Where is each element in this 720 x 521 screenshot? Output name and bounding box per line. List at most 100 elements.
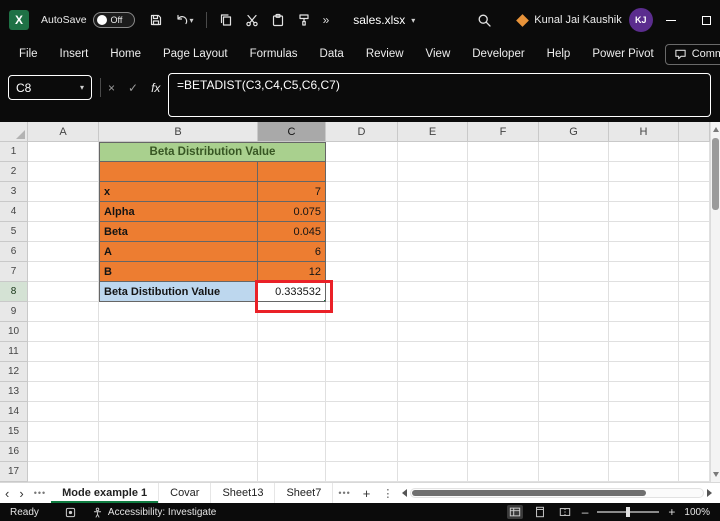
cell-G12[interactable] <box>539 362 609 382</box>
cell-A9[interactable] <box>28 302 99 322</box>
cell-A2[interactable] <box>28 162 99 182</box>
cell-G16[interactable] <box>539 442 609 462</box>
cell-D10[interactable] <box>326 322 398 342</box>
cell-B16[interactable] <box>99 442 258 462</box>
cell-E11[interactable] <box>398 342 468 362</box>
cell-E4[interactable] <box>398 202 468 222</box>
cell-D2[interactable] <box>326 162 398 182</box>
cell-H6[interactable] <box>609 242 679 262</box>
sheet-more-dots-icon[interactable]: ••• <box>333 488 355 498</box>
cell-B5[interactable]: Beta <box>99 222 258 242</box>
cell-H13[interactable] <box>609 382 679 402</box>
cell-F1[interactable] <box>468 142 539 162</box>
sheet-tab-mode-example-1[interactable]: Mode example 1 <box>51 483 160 503</box>
row-header-8[interactable]: 8 <box>0 282 28 302</box>
horizontal-scrollbar-thumb[interactable] <box>412 490 646 496</box>
column-header-B[interactable]: B <box>99 122 258 142</box>
cell-D13[interactable] <box>326 382 398 402</box>
cell-A8[interactable] <box>28 282 99 302</box>
cell-B4[interactable]: Alpha <box>99 202 258 222</box>
cell-E9[interactable] <box>398 302 468 322</box>
row-header-16[interactable]: 16 <box>0 442 28 462</box>
column-header-D[interactable]: D <box>326 122 398 142</box>
column-header-E[interactable]: E <box>398 122 468 142</box>
cell-B13[interactable] <box>99 382 258 402</box>
column-header-C[interactable]: C <box>258 122 326 142</box>
cell-C10[interactable] <box>258 322 326 342</box>
name-box-chevron-icon[interactable]: ▾ <box>80 83 84 92</box>
cell-F13[interactable] <box>468 382 539 402</box>
select-all-corner[interactable] <box>0 122 28 142</box>
cell-E12[interactable] <box>398 362 468 382</box>
page-break-view-button[interactable] <box>557 505 573 519</box>
cell-C2[interactable] <box>258 162 326 182</box>
cell-B3[interactable]: x <box>99 182 258 202</box>
ribbon-tab-developer[interactable]: Developer <box>461 48 535 60</box>
row-header-4[interactable]: 4 <box>0 202 28 222</box>
ribbon-tab-page-layout[interactable]: Page Layout <box>152 48 239 60</box>
formula-input[interactable]: =BETADIST(C3,C4,C5,C6,C7) <box>168 73 711 117</box>
confirm-entry-icon[interactable]: ✓ <box>128 81 138 95</box>
cell-F5[interactable] <box>468 222 539 242</box>
cell-F11[interactable] <box>468 342 539 362</box>
cell-A15[interactable] <box>28 422 99 442</box>
column-header-G[interactable]: G <box>539 122 609 142</box>
cell-F10[interactable] <box>468 322 539 342</box>
row-header-13[interactable]: 13 <box>0 382 28 402</box>
cell-B9[interactable] <box>99 302 258 322</box>
cell-B14[interactable] <box>99 402 258 422</box>
cell-F17[interactable] <box>468 462 539 482</box>
cell-F14[interactable] <box>468 402 539 422</box>
cell-G5[interactable] <box>539 222 609 242</box>
zoom-level[interactable]: 100% <box>684 507 710 518</box>
cell-C12[interactable] <box>258 362 326 382</box>
cell-G7[interactable] <box>539 262 609 282</box>
autosave-switch[interactable]: Off <box>92 12 135 28</box>
cell-G15[interactable] <box>539 422 609 442</box>
cell-C6[interactable]: 6 <box>258 242 326 262</box>
ribbon-tab-power-pivot[interactable]: Power Pivot <box>581 48 664 60</box>
cell-D4[interactable] <box>326 202 398 222</box>
cell-D16[interactable] <box>326 442 398 462</box>
cut-icon[interactable] <box>245 13 259 27</box>
row-header-14[interactable]: 14 <box>0 402 28 422</box>
search-button[interactable] <box>477 13 492 28</box>
column-header-H[interactable]: H <box>609 122 679 142</box>
cell-C17[interactable] <box>258 462 326 482</box>
cell-A1[interactable] <box>28 142 99 162</box>
row-header-1[interactable]: 1 <box>0 142 28 162</box>
sheet-tab-covar[interactable]: Covar <box>159 483 212 503</box>
cell-H10[interactable] <box>609 322 679 342</box>
row-header-17[interactable]: 17 <box>0 462 28 482</box>
name-box[interactable]: C8 ▾ <box>8 75 92 100</box>
cell-D11[interactable] <box>326 342 398 362</box>
cell-B1[interactable]: Beta Distribution Value <box>99 142 326 162</box>
cell-A4[interactable] <box>28 202 99 222</box>
cell-G4[interactable] <box>539 202 609 222</box>
vertical-scrollbar-thumb[interactable] <box>712 138 719 210</box>
account-button[interactable]: Kunal Jai Kaushik KJ <box>516 8 653 32</box>
ribbon-tab-file[interactable]: File <box>8 48 49 60</box>
cell-G10[interactable] <box>539 322 609 342</box>
cell-G11[interactable] <box>539 342 609 362</box>
cell-H5[interactable] <box>609 222 679 242</box>
more-commands-icon[interactable]: » <box>323 13 330 27</box>
accessibility-status[interactable]: Accessibility: Investigate <box>92 507 216 518</box>
cell-E7[interactable] <box>398 262 468 282</box>
sheet-tab-sheet13[interactable]: Sheet13 <box>211 483 276 503</box>
scroll-down-icon[interactable] <box>713 472 719 477</box>
row-header-10[interactable]: 10 <box>0 322 28 342</box>
cell-C16[interactable] <box>258 442 326 462</box>
cell-D12[interactable] <box>326 362 398 382</box>
cell-H3[interactable] <box>609 182 679 202</box>
cell-G17[interactable] <box>539 462 609 482</box>
cell-B8[interactable]: Beta Distibution Value <box>99 282 258 302</box>
cell-B2[interactable] <box>99 162 258 182</box>
cell-E1[interactable] <box>398 142 468 162</box>
cell-H12[interactable] <box>609 362 679 382</box>
cell-A16[interactable] <box>28 442 99 462</box>
row-header-5[interactable]: 5 <box>0 222 28 242</box>
cell-A5[interactable] <box>28 222 99 242</box>
macro-record-icon[interactable] <box>65 507 76 518</box>
sheet-list-dots-icon[interactable]: ••• <box>29 488 51 498</box>
